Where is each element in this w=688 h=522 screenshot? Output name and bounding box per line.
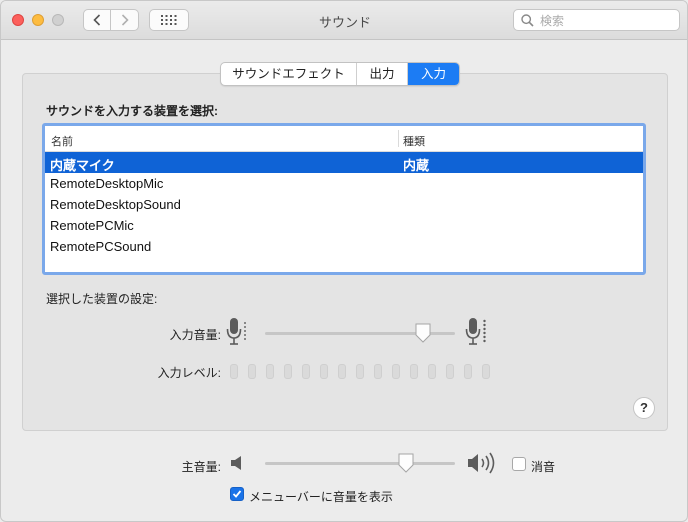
input-level-bar xyxy=(464,364,472,379)
slider-knob-icon xyxy=(415,323,431,343)
column-divider xyxy=(398,130,399,147)
input-level-bar xyxy=(338,364,346,379)
device-name: RemoteDesktopSound xyxy=(50,197,181,212)
input-level-bar xyxy=(446,364,454,379)
speaker-high-icon xyxy=(468,452,495,474)
slider-knob-icon xyxy=(398,453,414,473)
input-volume-label: 入力音量: xyxy=(169,328,221,342)
table-row-remote-pc-mic[interactable]: RemotePCMic xyxy=(45,215,643,236)
column-header-type[interactable]: 種類 xyxy=(403,133,425,149)
input-level-bar xyxy=(374,364,382,379)
tab-input[interactable]: 入力 xyxy=(408,63,459,85)
device-rows: 内蔵マイク 内蔵 RemoteDesktopMic RemoteDesktopS… xyxy=(45,152,643,257)
device-name: RemotePCMic xyxy=(50,218,134,233)
search-field[interactable] xyxy=(513,9,680,31)
input-level-bar xyxy=(248,364,256,379)
tab-bar: サウンドエフェクト 出力 入力 xyxy=(220,62,460,86)
input-level-bar xyxy=(320,364,328,379)
tab-sound-effects[interactable]: サウンドエフェクト xyxy=(221,63,357,85)
input-level-bar xyxy=(482,364,490,379)
help-button[interactable]: ? xyxy=(633,397,655,419)
title-bar: サウンド xyxy=(1,1,687,40)
input-level-bar xyxy=(392,364,400,379)
table-row-builtin-mic[interactable]: 内蔵マイク 内蔵 xyxy=(45,152,643,173)
input-level-bar xyxy=(266,364,274,379)
input-device-table[interactable]: 名前 種類 内蔵マイク 内蔵 RemoteDesktopMic RemoteDe… xyxy=(42,123,646,275)
mute-checkbox[interactable] xyxy=(512,457,526,471)
input-level-label: 入力レベル: xyxy=(157,366,221,380)
search-icon xyxy=(521,14,534,27)
output-volume-label: 主音量: xyxy=(181,460,221,474)
microphone-high-icon xyxy=(465,318,486,345)
input-level-bar xyxy=(356,364,364,379)
device-name: RemoteDesktopMic xyxy=(50,176,164,191)
input-level-bar xyxy=(284,364,292,379)
input-level-bar xyxy=(410,364,418,379)
tab-output[interactable]: 出力 xyxy=(357,63,408,85)
table-row-remote-desktop-mic[interactable]: RemoteDesktopMic xyxy=(45,173,643,194)
table-row-remote-desktop-sound[interactable]: RemoteDesktopSound xyxy=(45,194,643,215)
device-select-heading: サウンドを入力する装置を選択: xyxy=(46,104,218,118)
search-input[interactable] xyxy=(538,12,678,30)
input-level-meter xyxy=(230,364,490,379)
microphone-low-icon xyxy=(226,318,246,345)
mute-label: 消音 xyxy=(531,460,556,474)
input-level-bar xyxy=(230,364,238,379)
device-settings-heading: 選択した装置の設定: xyxy=(46,292,158,306)
checkmark-icon xyxy=(232,490,242,498)
output-volume-slider-knob[interactable] xyxy=(397,453,415,473)
speaker-low-icon xyxy=(231,456,241,470)
input-level-bar xyxy=(302,364,310,379)
device-name: 内蔵マイク xyxy=(50,158,115,173)
sound-preferences-window: サウンド サウンドエフェクト 出力 入力 サウンドを入力する装置を選択: 名前 … xyxy=(0,0,688,522)
table-header: 名前 種類 xyxy=(45,126,643,152)
table-row-remote-pc-sound[interactable]: RemotePCSound xyxy=(45,236,643,257)
input-volume-slider-knob[interactable] xyxy=(414,323,432,343)
device-name: RemotePCSound xyxy=(50,239,152,254)
show-volume-in-menubar-checkbox[interactable] xyxy=(230,487,244,501)
column-header-name[interactable]: 名前 xyxy=(51,133,73,149)
show-volume-in-menubar-label: メニューバーに音量を表示 xyxy=(249,490,393,504)
device-type: 内蔵 xyxy=(403,158,430,173)
input-level-bar xyxy=(428,364,436,379)
output-volume-slider-track[interactable] xyxy=(265,462,455,465)
